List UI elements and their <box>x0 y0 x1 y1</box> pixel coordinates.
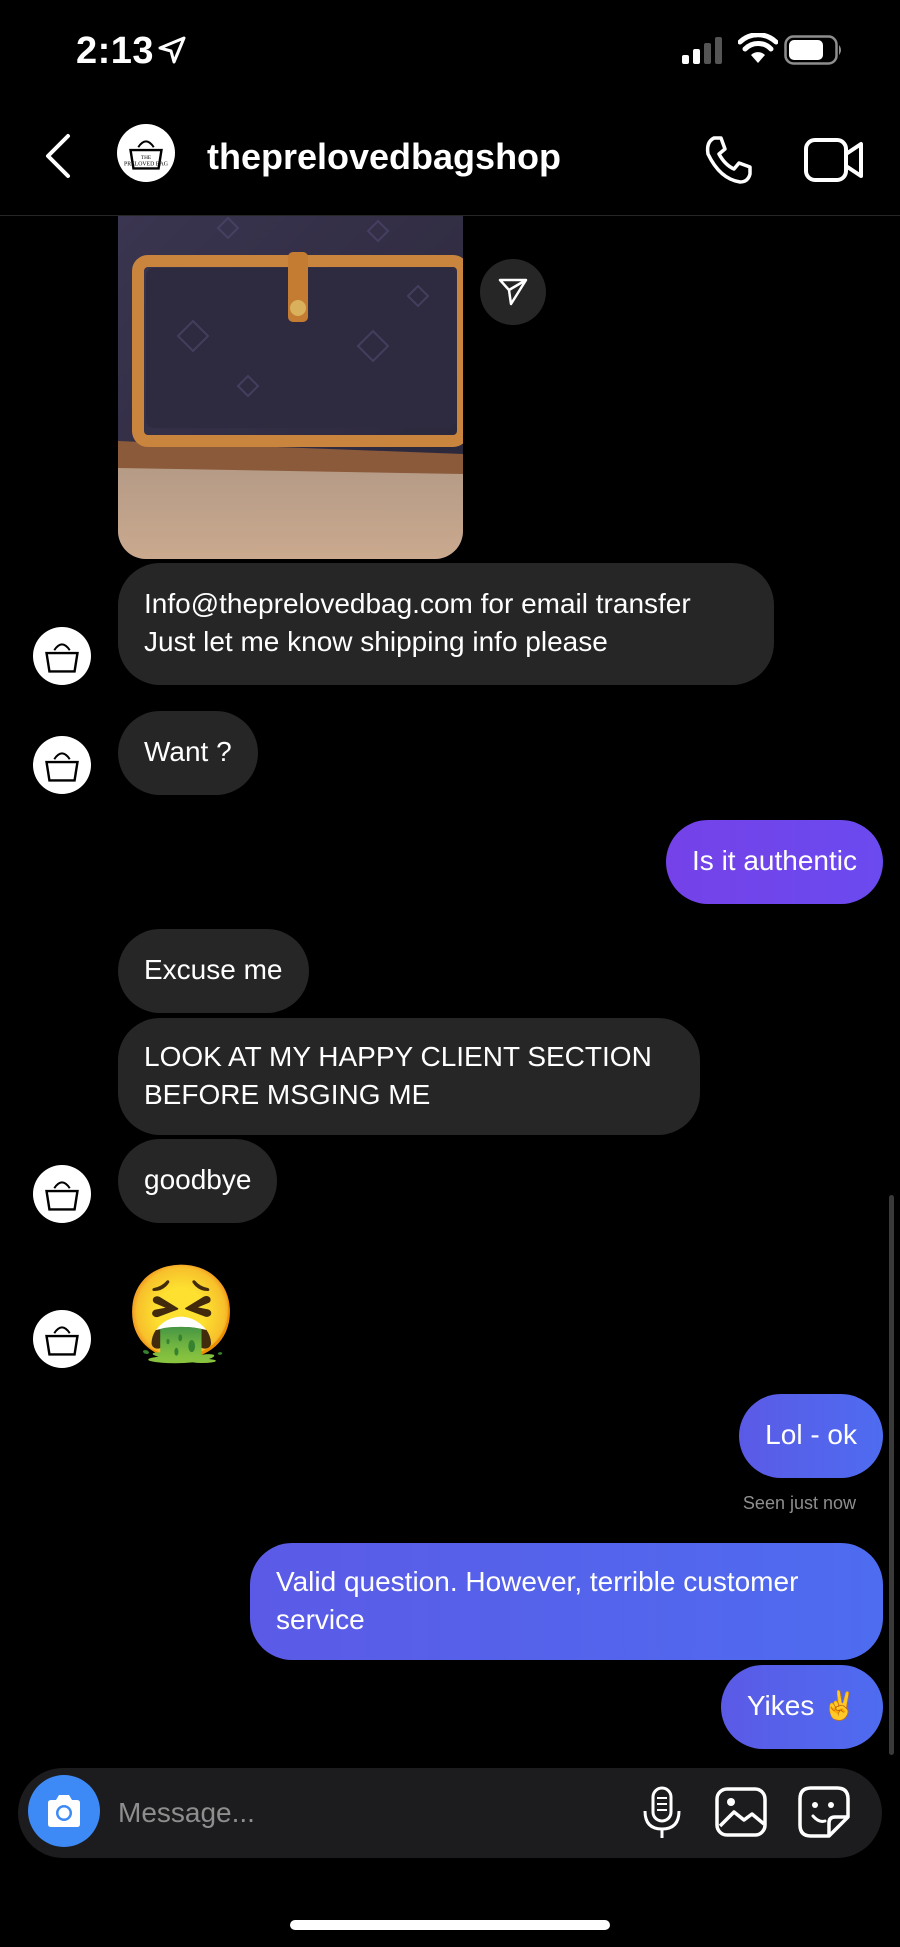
shop-logo: THE PRELOVED BAG <box>124 140 168 170</box>
sticker-icon[interactable] <box>797 1785 851 1839</box>
status-time: 2:13 <box>76 30 155 72</box>
scrollbar[interactable] <box>889 1195 894 1755</box>
message-input[interactable] <box>118 1790 618 1836</box>
shop-logo <box>45 643 79 673</box>
back-chevron-icon[interactable] <box>42 132 74 180</box>
message-line: service <box>276 1604 365 1635</box>
location-arrow-icon <box>158 36 186 64</box>
shop-logo <box>45 1326 79 1356</box>
camera-icon <box>48 1795 80 1827</box>
sender-avatar[interactable] <box>33 1310 91 1368</box>
home-indicator[interactable] <box>290 1920 610 1930</box>
message-line: Info@theprelovedbag.com for email transf… <box>144 588 691 619</box>
shop-logo <box>45 1181 79 1211</box>
gallery-icon[interactable] <box>714 1786 768 1838</box>
svg-text:THE: THE <box>141 155 151 161</box>
shop-logo <box>45 752 79 782</box>
message-line: BEFORE MSGING ME <box>144 1079 431 1110</box>
video-camera-icon[interactable] <box>803 134 865 186</box>
outgoing-message[interactable]: Lol - ok <box>739 1394 883 1478</box>
sender-avatar[interactable] <box>33 627 91 685</box>
header-avatar[interactable]: THE PRELOVED BAG <box>117 124 175 182</box>
seen-status: Seen just now <box>742 1493 856 1513</box>
sender-avatar[interactable] <box>33 736 91 794</box>
share-button[interactable] <box>480 259 546 325</box>
battery-icon <box>784 35 841 65</box>
incoming-message[interactable]: goodbye <box>118 1139 278 1223</box>
message-line: Valid question. However, terrible custom… <box>276 1566 799 1597</box>
send-share-icon <box>498 278 528 306</box>
phone-icon[interactable] <box>700 132 756 188</box>
svg-text:PRELOVED BAG: PRELOVED BAG <box>124 162 168 168</box>
incoming-emoji-message[interactable]: 🤮 <box>124 1258 239 1368</box>
incoming-message-email-info[interactable]: Info@theprelovedbag.com for email transf… <box>118 563 774 685</box>
camera-button[interactable] <box>28 1775 100 1847</box>
shared-photo-louis-vuitton-bag[interactable] <box>118 216 463 559</box>
incoming-message-happy-client[interactable]: LOOK AT MY HAPPY CLIENT SECTION BEFORE M… <box>118 1018 700 1135</box>
message-line: Just let me know shipping info please <box>144 626 608 657</box>
incoming-message[interactable]: Want ? <box>118 711 258 795</box>
outgoing-message[interactable]: Is it authentic <box>666 820 883 904</box>
microphone-icon[interactable] <box>640 1785 684 1841</box>
outgoing-message[interactable]: Yikes ✌️ <box>720 1665 883 1749</box>
wifi-icon <box>738 33 778 63</box>
incoming-message[interactable]: Excuse me <box>118 929 309 1013</box>
outgoing-message-valid-question[interactable]: Valid question. However, terrible custom… <box>250 1543 883 1660</box>
signal-icon <box>682 37 722 64</box>
header-username[interactable]: theprelovedbagshop <box>207 136 561 178</box>
message-line: LOOK AT MY HAPPY CLIENT SECTION <box>144 1041 652 1072</box>
sender-avatar[interactable] <box>33 1165 91 1223</box>
